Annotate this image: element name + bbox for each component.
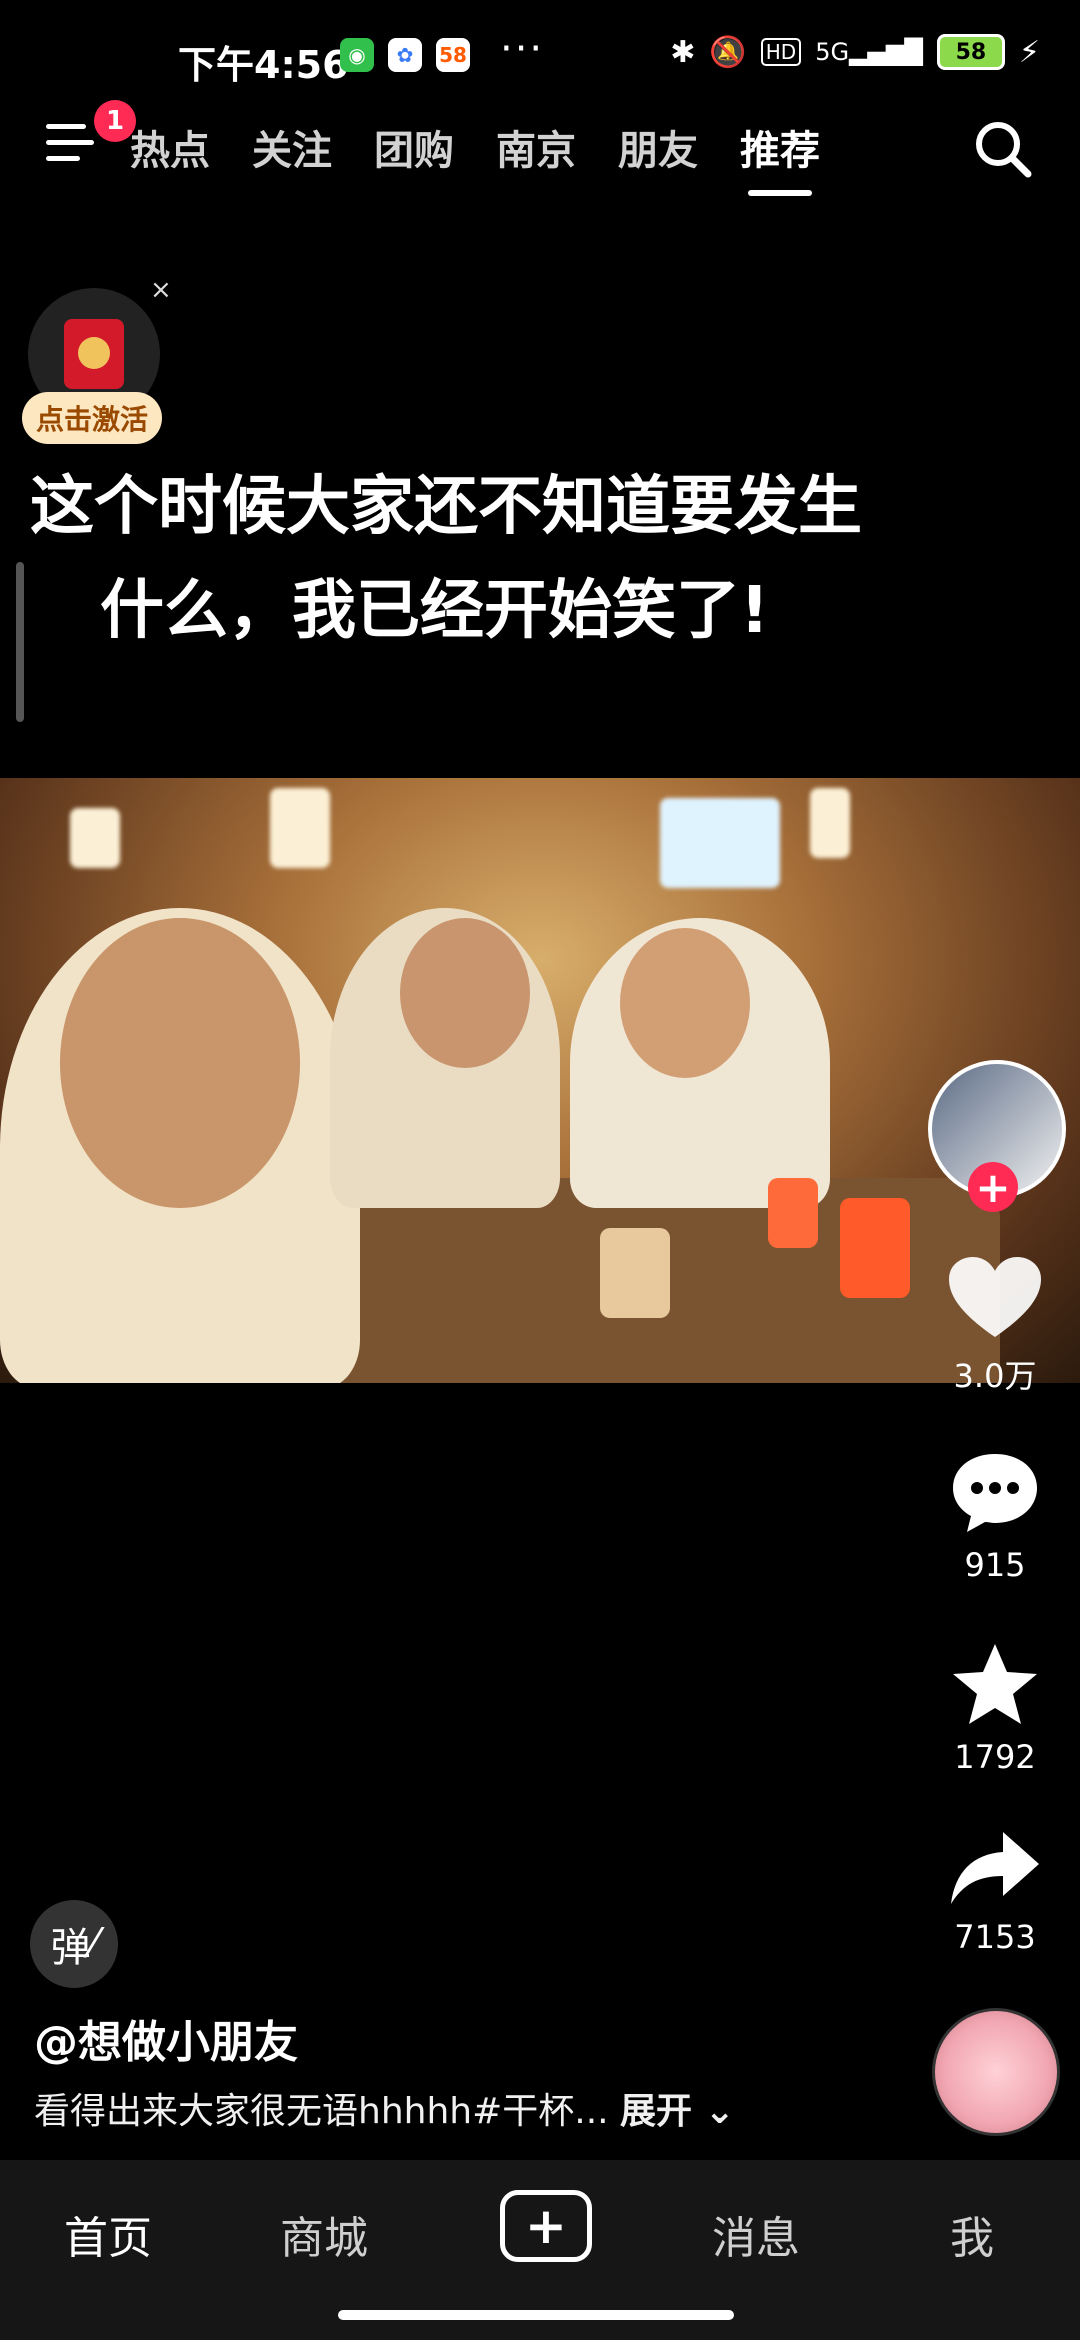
app-notification-icon: ✿ [388,38,422,72]
status-more-icon: ··· [500,26,545,72]
search-icon[interactable] [972,118,1034,180]
description-text: 看得出来大家很无语hhhhh#干杯... [34,2091,609,2132]
58-app-icon: 58 [436,38,470,72]
tab-hot[interactable]: 热点 [130,118,210,176]
expand-button[interactable]: 展开 ⌄ [620,2091,735,2132]
signal-icon: 5G▂▄▆█ [815,38,923,66]
mute-bell-icon: 🔕 [709,34,747,70]
video-caption: 这个时候大家还不知道要发生 什么，我已经开始笑了! [30,455,862,663]
chevron-down-icon: ⌄ [692,2091,735,2132]
share-button[interactable]: 7153 [930,1828,1060,1956]
red-envelope-icon [64,319,124,389]
comment-icon [953,1454,1037,1532]
bluetooth-icon: ✱ [670,34,696,70]
expand-label: 展开 [620,2091,693,2132]
video-description: 看得出来大家很无语hhhhh#干杯... 展开 ⌄ [34,2082,735,2134]
like-button[interactable]: 3.0万 [930,1255,1060,1397]
comment-count: 915 [964,1546,1026,1584]
charging-icon: ⚡ [1018,34,1040,70]
nav-home[interactable]: 首页 [64,2202,152,2266]
caption-line-1: 这个时候大家还不知道要发生 [30,470,862,544]
tab-friends[interactable]: 朋友 [618,118,698,176]
caption-line-2: 什么，我已经开始笑了! [100,574,770,648]
status-time: 下午4:56 [178,43,349,87]
home-indicator[interactable] [338,2310,734,2320]
danmu-toggle-button[interactable]: 弹 ⁄ [30,1900,118,1988]
author-name[interactable]: @想做小朋友 [34,2006,298,2070]
close-icon[interactable]: × [150,275,172,305]
tab-group-buy[interactable]: 团购 [374,118,454,176]
status-icons: ✱ 🔕 HD 5G▂▄▆█ 58 ⚡ [670,34,1040,70]
share-count: 7153 [954,1918,1036,1956]
like-count: 3.0万 [953,1357,1037,1395]
caption-scroll-indicator [16,562,24,722]
nav-messages[interactable]: 消息 [712,2202,800,2266]
star-icon [953,1644,1037,1724]
comment-button[interactable]: 915 [930,1450,1060,1584]
tab-recommend[interactable]: 推荐 [740,118,820,196]
top-tabs: 热点 关注 团购 南京 朋友 推荐 [130,118,820,196]
tab-following[interactable]: 关注 [252,118,332,176]
music-disc[interactable] [932,2008,1060,2136]
activate-label[interactable]: 点击激活 [22,392,163,444]
wechat-notification-icon: ◉ [340,38,374,72]
add-post-button[interactable]: + [500,2190,592,2262]
menu-icon[interactable] [46,122,100,162]
share-icon [951,1832,1039,1904]
battery-indicator: 58 [936,34,1005,70]
favorite-count: 1792 [954,1738,1036,1776]
danmu-label: 弹 [50,1925,91,1971]
heart-icon [949,1257,1041,1337]
video-frame[interactable] [0,778,1080,1383]
nav-me[interactable]: 我 [950,2202,994,2266]
nav-mall[interactable]: 商城 [280,2202,368,2266]
follow-button[interactable]: + [968,1162,1018,1212]
favorite-button[interactable]: 1792 [930,1640,1060,1776]
tab-nanjing[interactable]: 南京 [496,118,576,176]
hd-icon: HD [760,38,802,66]
